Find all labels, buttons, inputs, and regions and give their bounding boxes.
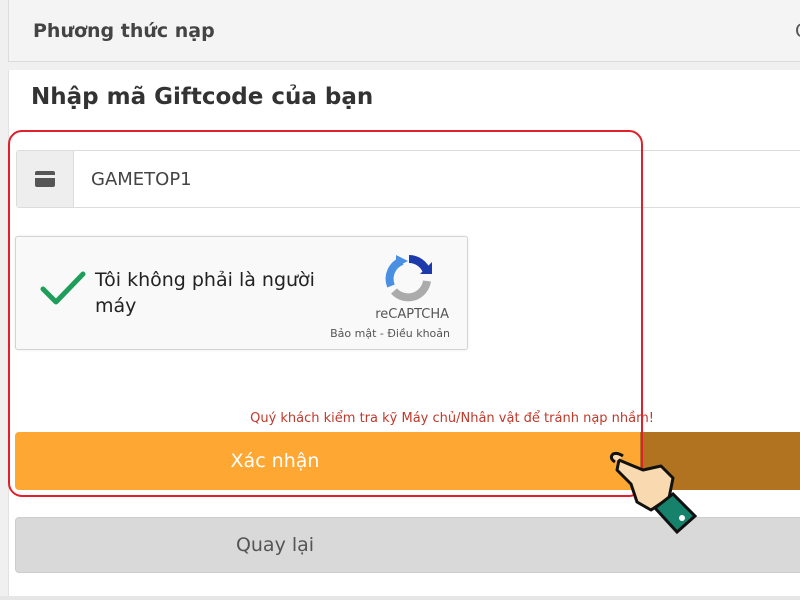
warning-text: Quý khách kiểm tra kỹ Máy chủ/Nhân vật đ…	[250, 411, 654, 426]
form-title: Nhập mã Giftcode của bạn	[31, 84, 374, 110]
page: Phương thức nạp C Nhập mã Giftcode của b…	[0, 0, 800, 600]
giftcode-input[interactable]	[91, 151, 691, 207]
recaptcha-logo-icon	[382, 253, 436, 303]
card-icon	[17, 151, 74, 207]
recaptcha-links[interactable]: Bảo mật - Điều khoản	[330, 327, 450, 340]
bottom-divider	[0, 596, 800, 600]
checkmark-icon[interactable]	[40, 269, 86, 309]
payment-method-label: Phương thức nạp	[33, 20, 215, 42]
recaptcha-brand: reCAPTCHA	[375, 307, 449, 322]
giftcode-field	[16, 150, 800, 208]
payment-method-value: C	[795, 20, 800, 42]
confirm-button-label: Xác nhận	[230, 450, 320, 472]
recaptcha-label: Tôi không phải là người máy	[95, 269, 315, 317]
payment-method-row[interactable]: Phương thức nạp C	[8, 0, 800, 62]
recaptcha-widget: Tôi không phải là người máy reCAPTCHA Bả…	[15, 236, 468, 350]
pointing-hand-icon	[603, 440, 703, 535]
back-button-label: Quay lại	[235, 534, 315, 556]
